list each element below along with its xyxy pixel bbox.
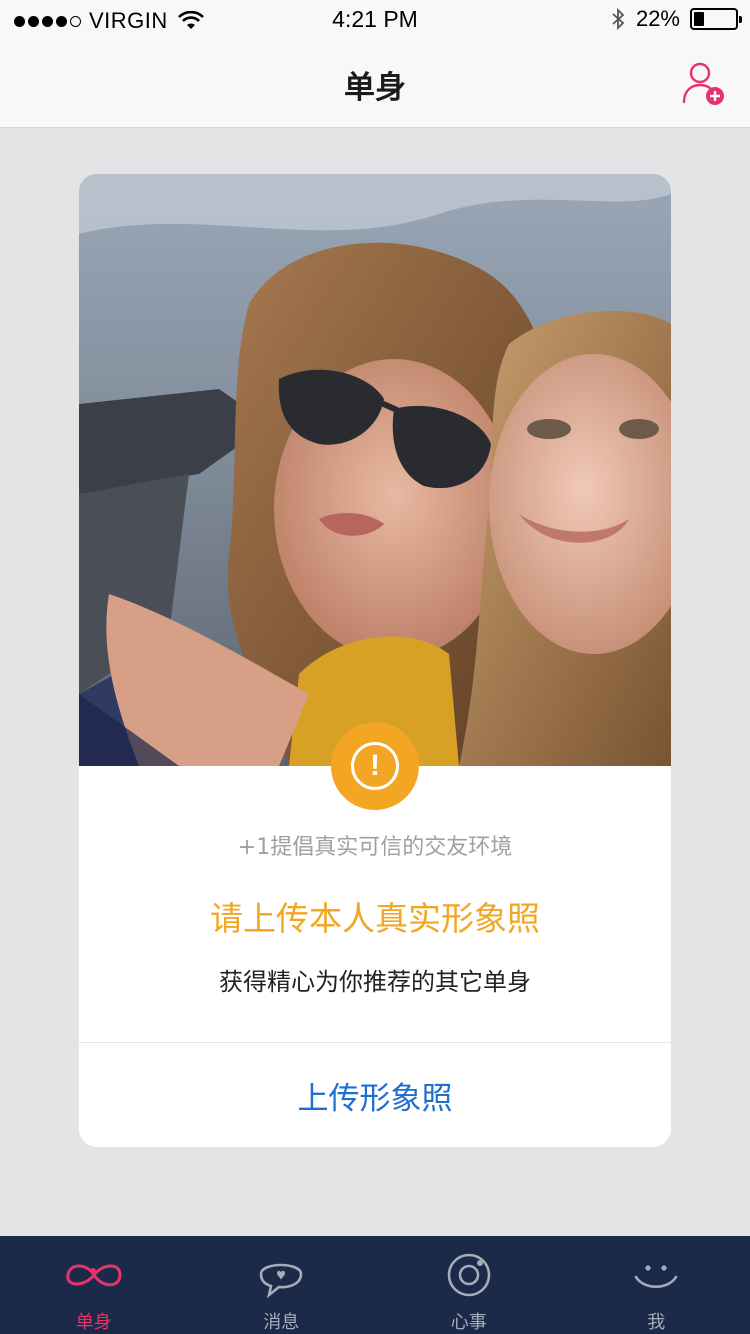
- tab-label: 消息: [263, 1312, 300, 1333]
- upload-headline: 请上传本人真实形象照: [210, 899, 540, 938]
- tab-messages[interactable]: 消息: [188, 1236, 376, 1334]
- camera-lens-icon: [447, 1253, 491, 1297]
- hint-text: +1提倡真实可信的交友环境: [237, 835, 513, 860]
- chat-bubble-icon: [259, 1263, 303, 1299]
- tab-label: 我: [647, 1312, 666, 1333]
- page-title: 单身: [344, 70, 406, 106]
- warning-badge: !: [331, 722, 419, 810]
- add-friend-icon[interactable]: [678, 58, 728, 108]
- tab-mood[interactable]: 心事: [375, 1236, 563, 1334]
- tab-single[interactable]: 单身: [0, 1236, 188, 1334]
- battery-icon: [690, 8, 742, 30]
- status-bar: VIRGIN 4:21 PM 22%: [0, 0, 750, 40]
- status-right: 22%: [610, 6, 742, 32]
- upload-subline: 获得精心为你推荐的其它单身: [219, 968, 531, 996]
- tab-label: 单身: [75, 1312, 112, 1333]
- exclamation-icon: !: [351, 742, 399, 790]
- infinity-icon: [66, 1264, 122, 1287]
- tab-label: 心事: [450, 1312, 487, 1333]
- nav-bar: 单身: [0, 40, 750, 128]
- profile-photo: [79, 174, 671, 766]
- upload-prompt-card: ! +1提倡真实可信的交友环境 请上传本人真实形象照 获得精心为你推荐的其它单身…: [79, 174, 671, 1147]
- smiley-icon: [634, 1265, 678, 1289]
- tab-bar: 单身 消息 心事 我: [0, 1236, 750, 1334]
- bluetooth-icon: [612, 7, 625, 31]
- upload-photo-button[interactable]: 上传形象照: [79, 1043, 671, 1147]
- photo-image: [79, 174, 671, 766]
- tab-me[interactable]: 我: [563, 1236, 750, 1334]
- battery-percent: 22%: [635, 6, 680, 31]
